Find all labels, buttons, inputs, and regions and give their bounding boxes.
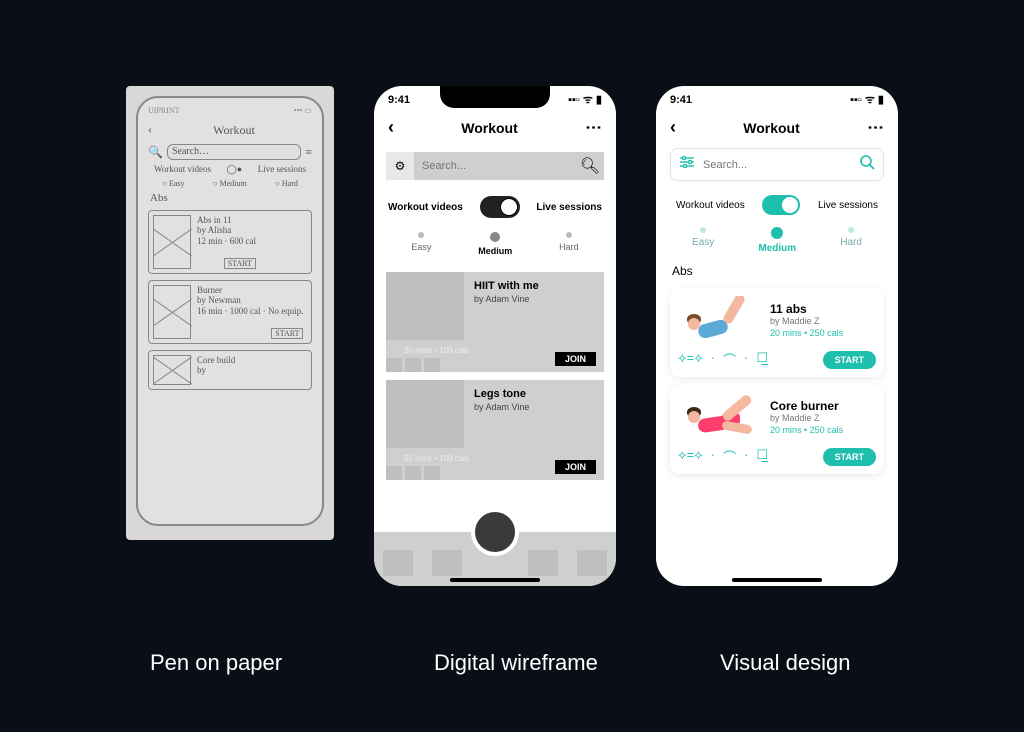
- filter-icon[interactable]: [679, 155, 695, 174]
- workout-card: Burner by Newman 16 min · 1000 cal · No …: [148, 280, 312, 344]
- back-icon: ‹: [148, 122, 152, 137]
- wireframe-phone: 9:41 ▪▪▫ ᯤ ▮ ‹ Workout ⋮ ⚙ 🔍︎ Workout vi…: [374, 86, 616, 586]
- back-icon[interactable]: ‹: [670, 117, 676, 138]
- workout-thumb: [386, 272, 464, 340]
- page-title: Workout: [156, 123, 312, 138]
- page-title: Workout: [461, 120, 518, 136]
- caption-visual: Visual design: [720, 650, 850, 676]
- chair-icon: ☐̲: [756, 350, 768, 369]
- workout-thumb: [386, 380, 464, 448]
- status-time: 9:41: [670, 94, 692, 106]
- mode-right-label: Live sessions: [536, 202, 602, 213]
- search-input[interactable]: [414, 152, 576, 180]
- workout-title: 11 abs: [770, 302, 843, 316]
- dumbbell-icon: ⟡=⟡: [678, 447, 703, 466]
- difficulty-medium[interactable]: Medium: [478, 232, 512, 256]
- difficulty-medium[interactable]: Medium: [758, 227, 796, 254]
- difficulty-easy[interactable]: Easy: [411, 232, 431, 256]
- mode-left-label: Workout videos: [388, 202, 463, 213]
- back-icon[interactable]: ‹: [388, 117, 394, 138]
- visual-phone: 9:41 ▪▪▫ ᯤ ▮ ‹ Workout ⋮ Workout videos: [656, 86, 898, 586]
- workout-author: by Maddie Z: [770, 316, 843, 326]
- workout-card: Abs in 11 by Alisha 12 min · 600 cal STA…: [148, 210, 312, 274]
- workout-thumb: [678, 393, 760, 441]
- search-input: Search…: [167, 144, 301, 160]
- home-indicator: [450, 578, 540, 582]
- search-input[interactable]: [703, 159, 851, 171]
- workout-author: by Adam Vine: [474, 402, 529, 412]
- section-title: Abs: [656, 262, 898, 280]
- workout-author: by Adam Vine: [474, 294, 529, 304]
- chair-icon: ☐̲: [756, 447, 768, 466]
- workout-title: HIIT with me: [474, 280, 539, 292]
- start-button[interactable]: START: [823, 448, 876, 466]
- tab-item[interactable]: [528, 550, 558, 576]
- section-title: Abs: [150, 192, 310, 204]
- dumbbell-icon: ⟡=⟡: [678, 350, 703, 369]
- workout-card[interactable]: Core burner by Maddie Z 20 mins • 250 ca…: [670, 385, 884, 474]
- difficulty-hard[interactable]: Hard: [559, 232, 579, 256]
- workout-title: Legs tone: [474, 388, 526, 400]
- jumprope-icon: ⌒: [723, 350, 736, 369]
- mode-left-label: Workout videos: [676, 200, 745, 211]
- difficulty-hard[interactable]: Hard: [840, 227, 862, 254]
- search-icon[interactable]: [859, 154, 875, 175]
- caption-wireframe: Digital wireframe: [434, 650, 598, 676]
- workout-meta: 20 mins • 250 cals: [770, 425, 843, 435]
- status-icons: ▪▪▫ ᯤ ▮: [850, 92, 884, 107]
- workout-card[interactable]: HIIT with me by Adam Vine 20 mins • 100 …: [386, 272, 604, 372]
- more-icon[interactable]: ⋮: [583, 119, 603, 136]
- workout-thumb: [678, 296, 760, 344]
- equipment-icons: ⟡=⟡·⌒·☐̲: [678, 447, 768, 466]
- workout-author: by Maddie Z: [770, 413, 843, 423]
- workout-card: Core build by: [148, 350, 312, 390]
- notch: [440, 86, 550, 108]
- fab-button[interactable]: [471, 508, 519, 556]
- tab-item[interactable]: [577, 550, 607, 576]
- home-indicator: [732, 578, 822, 582]
- mode-toggle[interactable]: [480, 196, 520, 218]
- equipment-icons: ⟡=⟡·⌒·☐̲: [678, 350, 768, 369]
- mode-toggle[interactable]: [762, 195, 800, 215]
- workout-card[interactable]: 11 abs by Maddie Z 20 mins • 250 cals ⟡=…: [670, 288, 884, 377]
- workout-title: Core burner: [770, 399, 843, 413]
- page-title: Workout: [743, 120, 800, 136]
- more-icon[interactable]: ⋮: [865, 119, 885, 136]
- workout-meta: 20 mins • 100 cals: [404, 346, 469, 355]
- status-icons: ▪▪▫ ᯤ ▮: [568, 92, 602, 107]
- join-button[interactable]: JOIN: [555, 352, 596, 366]
- difficulty-easy[interactable]: Easy: [692, 227, 714, 254]
- jumprope-icon: ⌒: [723, 447, 736, 466]
- mode-right-label: Live sessions: [818, 200, 878, 211]
- caption-paper: Pen on paper: [150, 650, 282, 676]
- workout-card[interactable]: Legs tone by Adam Vine 20 mins • 100 cal…: [386, 380, 604, 480]
- start-button[interactable]: START: [823, 351, 876, 369]
- tab-item[interactable]: [383, 550, 413, 576]
- join-button[interactable]: JOIN: [555, 460, 596, 474]
- filter-icon[interactable]: ⚙: [386, 152, 414, 180]
- search-icon[interactable]: 🔍︎: [576, 152, 604, 180]
- paper-sketch: UIPRINT••• ▭ ‹ Workout 🔍 Search… ≡ Worko…: [126, 86, 334, 540]
- status-time: 9:41: [388, 94, 410, 106]
- tab-item[interactable]: [432, 550, 462, 576]
- workout-meta: 20 mins • 250 cals: [770, 328, 843, 338]
- paper-brand: UIPRINT: [148, 106, 180, 115]
- workout-meta: 20 mins • 100 cals: [404, 454, 469, 463]
